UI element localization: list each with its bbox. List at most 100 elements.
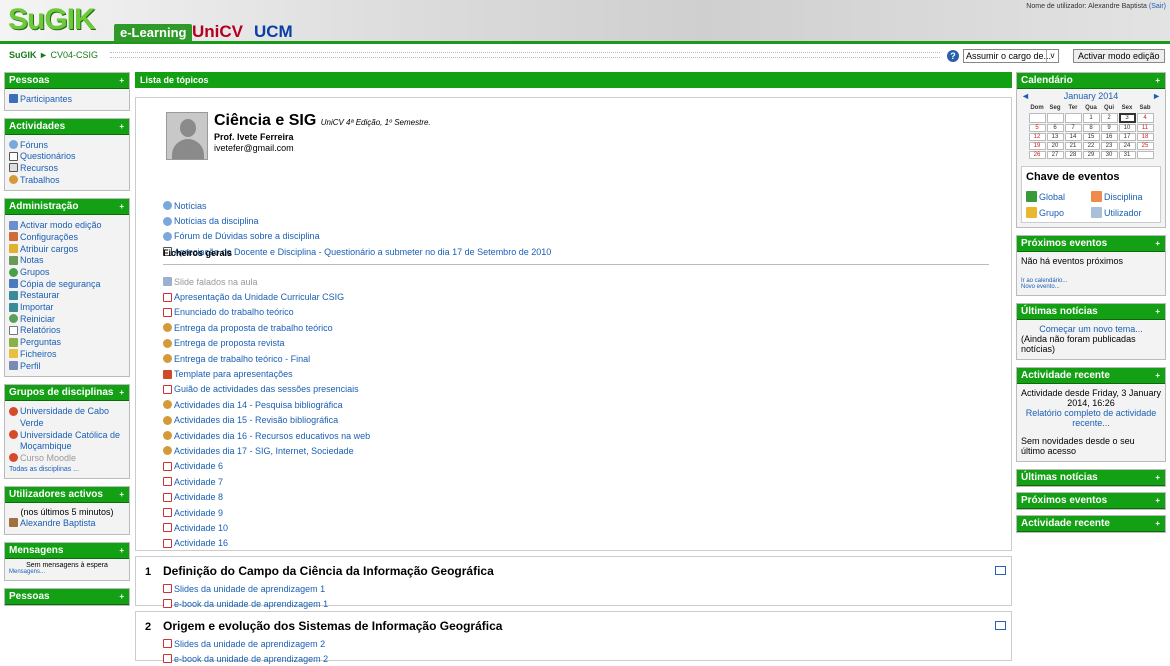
module-link[interactable]: Slides da unidade de aprendizagem 1 xyxy=(163,581,328,596)
module-link[interactable]: Actividade 16 xyxy=(163,536,370,551)
admin-relatorios[interactable]: Relatórios xyxy=(9,325,125,337)
category-link-cont[interactable]: Moçambique xyxy=(9,440,125,452)
module-link[interactable]: Actividades dia 14 - Pesquisa bibliográf… xyxy=(163,397,370,412)
module-link[interactable]: Notícias da disciplina xyxy=(163,213,551,228)
module-link[interactable]: Apresentação da Unidade Curricular CSIG xyxy=(163,289,370,304)
admin-ficheiros[interactable]: Ficheiros xyxy=(9,348,125,360)
module-link[interactable]: Actividade 7 xyxy=(163,474,370,489)
collapse-icon[interactable]: + xyxy=(119,543,124,559)
key-disciplina[interactable]: Disciplina xyxy=(1091,191,1156,202)
new-event-link[interactable]: Novo evento... xyxy=(1021,284,1161,290)
module-link[interactable]: Actividades dia 16 - Recursos educativos… xyxy=(163,428,370,443)
link-label: Alexandre Baptista xyxy=(20,517,96,528)
admin-edit-mode[interactable]: Activar modo edição xyxy=(9,219,125,231)
full-report-link[interactable]: Relatório completo de actividade recente… xyxy=(1021,408,1161,428)
help-icon[interactable]: ? xyxy=(947,50,959,62)
expand-icon[interactable]: + xyxy=(1155,493,1160,509)
forum-icon xyxy=(9,140,18,150)
collapse-icon[interactable]: + xyxy=(1155,304,1160,320)
link-participantes[interactable]: Participantes xyxy=(9,93,125,105)
module-link[interactable]: Fórum de Dúvidas sobre a disciplina xyxy=(163,229,551,244)
logout-link[interactable]: (Sair) xyxy=(1149,3,1166,10)
link-label: Universidade Católica de xyxy=(20,429,121,440)
block-header[interactable]: Próximos eventos + xyxy=(1017,493,1165,509)
module-link[interactable]: Entrega de trabalho teórico - Final xyxy=(163,351,370,366)
module-link[interactable]: Enunciado do trabalho teórico xyxy=(163,305,370,320)
collapse-icon[interactable]: + xyxy=(119,199,124,215)
admin-backup[interactable]: Cópia de segurança xyxy=(9,278,125,290)
online-user[interactable]: Alexandre Baptista xyxy=(9,517,125,529)
category-link-cont[interactable]: Verde xyxy=(9,417,125,429)
next-month-icon[interactable]: ► xyxy=(1152,91,1161,101)
admin-restaurar[interactable]: Restaurar xyxy=(9,290,125,302)
show-only-topic-icon[interactable] xyxy=(995,621,1006,630)
category-link[interactable]: Universidade Católica de xyxy=(9,429,125,441)
key-utilizador[interactable]: Utilizador xyxy=(1091,207,1156,218)
key-grupo[interactable]: Grupo xyxy=(1026,207,1091,218)
module-link[interactable]: Actividades dia 15 - Revisão bibliográfi… xyxy=(163,413,370,428)
collapse-icon[interactable]: + xyxy=(119,73,124,89)
module-link[interactable]: Actividade 8 xyxy=(163,489,370,504)
calendar-month[interactable]: January 2014 xyxy=(1064,91,1119,101)
module-link[interactable]: Guião de actividades das sessões presenc… xyxy=(163,382,370,397)
collapse-icon[interactable]: + xyxy=(1155,236,1160,252)
show-only-topic-icon[interactable] xyxy=(995,566,1006,575)
collapse-icon[interactable]: + xyxy=(119,487,124,503)
module-link[interactable]: Entrega da proposta de trabalho teórico xyxy=(163,320,370,335)
link-foruns[interactable]: Fóruns xyxy=(9,139,125,151)
admin-configuracoes[interactable]: Configurações xyxy=(9,231,125,243)
module-link[interactable]: Actividade 6 xyxy=(163,459,370,474)
module-link[interactable]: e-book da unidade de aprendizagem 1 xyxy=(163,596,328,611)
admin-grupos[interactable]: Grupos xyxy=(9,266,125,278)
breadcrumb-home[interactable]: SuGIK xyxy=(9,50,37,60)
admin-importar[interactable]: Importar xyxy=(9,301,125,313)
block-header[interactable]: Últimas notícias + xyxy=(1017,470,1165,486)
all-courses-link[interactable]: Todas as disciplinas ... xyxy=(9,466,125,473)
key-global[interactable]: Global xyxy=(1026,191,1091,202)
admin-perfil[interactable]: Perfil xyxy=(9,360,125,372)
link-questionarios[interactable]: Questionários xyxy=(9,150,125,162)
module-link[interactable]: Slide falados na aula xyxy=(163,274,370,289)
collapse-icon[interactable]: + xyxy=(1155,368,1160,384)
collapse-icon[interactable]: + xyxy=(119,385,124,401)
messages-status: Sem mensagens à espera xyxy=(26,561,108,569)
collapse-icon[interactable]: + xyxy=(119,589,124,605)
new-topic-link[interactable]: Começar um novo tema... xyxy=(1021,324,1161,334)
module-link[interactable]: Actividade 10 xyxy=(163,520,370,535)
module-link[interactable]: Notícias xyxy=(163,198,551,213)
block-actividade-recente-collapsed: Actividade recente + xyxy=(1016,515,1166,533)
module-link[interactable]: Slides da unidade de aprendizagem 2 xyxy=(163,636,328,651)
admin-atribuir-cargos[interactable]: Atribuir cargos xyxy=(9,243,125,255)
block-header: Utilizadores activos + xyxy=(5,486,129,503)
breadcrumb-separator: ► xyxy=(39,50,48,60)
module-link[interactable]: Entrega de proposta revista xyxy=(163,336,370,351)
category-link[interactable]: Curso Moodle xyxy=(9,452,125,464)
module-link[interactable]: Actividades dia 17 - SIG, Internet, Soci… xyxy=(163,443,370,458)
resource-icon xyxy=(9,163,18,173)
link-recursos[interactable]: Recursos xyxy=(9,162,125,174)
admin-reiniciar[interactable]: Reiniciar xyxy=(9,313,125,325)
admin-perguntas[interactable]: Perguntas xyxy=(9,336,125,348)
expand-icon[interactable]: + xyxy=(1155,470,1160,486)
category-link[interactable]: Universidade de Cabo xyxy=(9,405,125,417)
link-trabalhos[interactable]: Trabalhos xyxy=(9,174,125,186)
module-link[interactable]: Actividade 9 xyxy=(163,505,370,520)
collapse-icon[interactable]: + xyxy=(1155,73,1160,89)
reset-icon xyxy=(9,314,18,324)
event-key-title: Chave de eventos xyxy=(1026,171,1120,183)
block-header[interactable]: Actividade recente + xyxy=(1017,516,1165,532)
module-link[interactable]: Template para apresentações xyxy=(163,366,370,381)
expand-icon[interactable]: + xyxy=(1155,516,1160,532)
role-select[interactable]: Assumir o cargo de... v xyxy=(963,49,1059,63)
logo-sugik[interactable]: SuGIK xyxy=(8,3,96,37)
module-label: Actividade 9 xyxy=(174,507,224,518)
messages-link[interactable]: Mensagens... xyxy=(9,569,125,575)
calendar-day: 31 xyxy=(1118,151,1136,159)
prev-month-icon[interactable]: ◄ xyxy=(1021,91,1030,101)
block-pessoas-2: Pessoas + xyxy=(4,587,130,606)
admin-notas[interactable]: Notas xyxy=(9,255,125,267)
collapse-icon[interactable]: + xyxy=(119,119,124,135)
edit-mode-button[interactable]: Activar modo edição xyxy=(1073,49,1165,63)
profile-icon xyxy=(9,361,18,371)
module-link[interactable]: e-book da unidade de aprendizagem 2 xyxy=(163,651,328,666)
